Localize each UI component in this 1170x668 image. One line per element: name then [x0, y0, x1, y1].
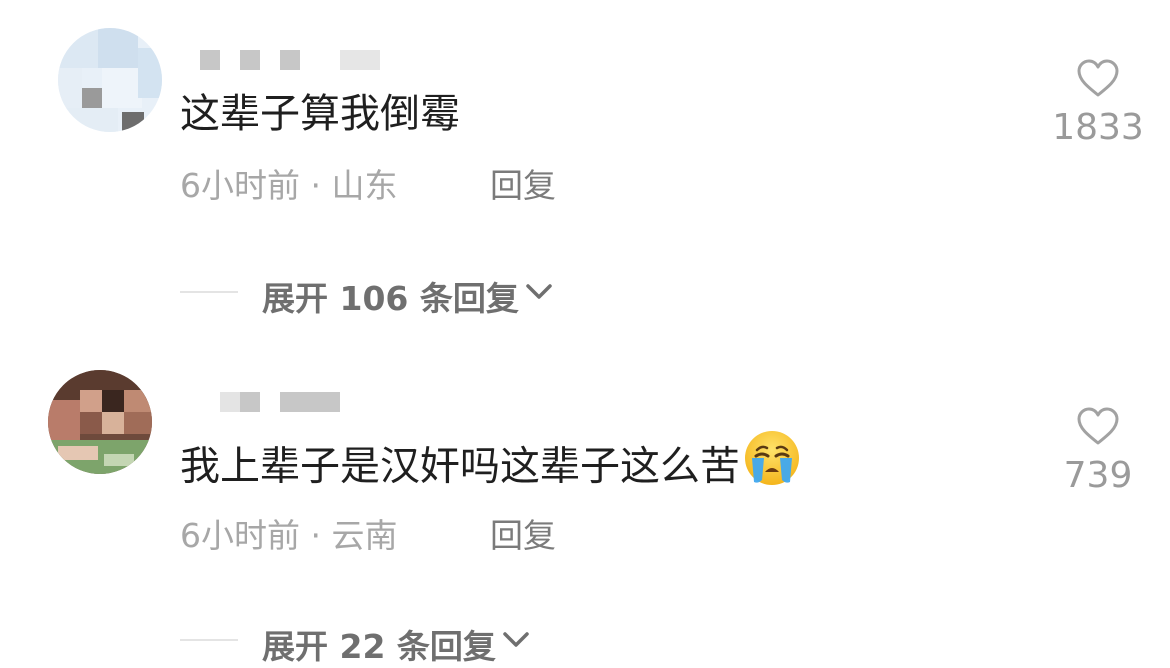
meta-separator: ·: [300, 166, 332, 205]
crying-face-icon: [744, 430, 800, 499]
comment-time: 6小时前: [180, 516, 300, 555]
expand-replies-button[interactable]: 展开 22 条回复: [180, 620, 530, 668]
chevron-down-icon: [525, 282, 553, 306]
comment-text: 我上辈子是汉奸吗这辈子这么苦: [180, 431, 800, 503]
expand-divider: [180, 291, 238, 293]
comment-time: 6小时前: [180, 166, 300, 205]
heart-icon: [1077, 59, 1119, 97]
like-count: 739: [1063, 455, 1133, 496]
meta-separator: ·: [300, 516, 332, 555]
expand-replies-button[interactable]: 展开 106 条回复: [180, 272, 553, 320]
comment-location: 山东: [331, 166, 398, 205]
like-button[interactable]: 1833: [1038, 58, 1158, 148]
reply-button[interactable]: 回复: [490, 516, 556, 556]
comment-text: 这辈子算我倒霉: [180, 91, 460, 137]
comment-meta: 6小时前 · 云南: [180, 516, 397, 556]
comment-item: 我上辈子是汉奸吗这辈子这么苦 6小时前 · 云南 回复 739 展开 22 条回…: [0, 340, 1170, 666]
expand-replies-label: 展开 22 条回复: [262, 627, 496, 666]
username[interactable]: [220, 392, 350, 414]
reply-button[interactable]: 回复: [490, 166, 556, 206]
comment-text-content: 我上辈子是汉奸吗这辈子这么苦: [180, 443, 740, 490]
comment-item: 这辈子算我倒霉 6小时前 · 山东 回复 1833 展开 106 条回复: [0, 0, 1170, 330]
expand-divider: [180, 639, 238, 641]
expand-replies-label: 展开 106 条回复: [262, 279, 519, 318]
like-count: 1833: [1052, 107, 1144, 148]
like-button[interactable]: 739: [1038, 406, 1158, 496]
chevron-down-icon: [502, 630, 530, 654]
avatar[interactable]: [48, 370, 152, 474]
heart-icon: [1077, 407, 1119, 445]
comment-location: 云南: [331, 516, 398, 555]
username[interactable]: [200, 50, 390, 72]
comment-meta: 6小时前 · 山东: [180, 166, 397, 206]
avatar[interactable]: [58, 28, 162, 132]
